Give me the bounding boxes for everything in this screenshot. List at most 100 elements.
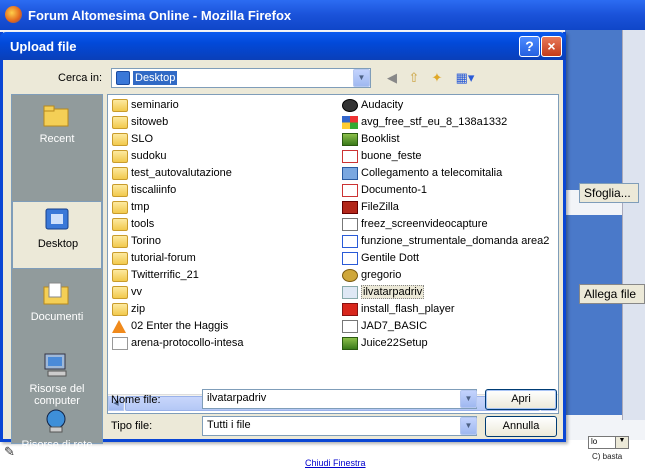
- view-menu-icon[interactable]: ▦▾: [452, 70, 478, 86]
- app-icon: [342, 336, 358, 350]
- file-list-item[interactable]: sudoku: [112, 148, 166, 165]
- page-scrollbar[interactable]: [622, 30, 645, 420]
- file-list-item[interactable]: Torino: [112, 233, 161, 250]
- gear-icon: [342, 268, 358, 282]
- file-list-item[interactable]: vv: [112, 284, 142, 301]
- close-button[interactable]: ×: [541, 36, 562, 57]
- file-list-item[interactable]: Collegamento a telecomitalia: [342, 165, 502, 182]
- file-list-item[interactable]: funzione_strumentale_domanda area2: [342, 233, 549, 250]
- folder-icon: [112, 268, 128, 282]
- file-name: Juice22Setup: [361, 337, 428, 349]
- file-list-item[interactable]: arena-protocollo-intesa: [112, 335, 244, 352]
- file-list-item[interactable]: JAD7_BASIC: [342, 318, 427, 335]
- file-list-item[interactable]: freez_screenvideocapture: [342, 216, 488, 233]
- file-list[interactable]: seminario sitoweb SLO sudoku test_autovaluta…: [107, 94, 559, 414]
- fz-icon: [342, 200, 358, 214]
- up-folder-icon[interactable]: ⇧: [405, 70, 423, 86]
- file-list-item[interactable]: SLO: [112, 131, 153, 148]
- file-list-item[interactable]: 02 Enter the Haggis: [112, 318, 228, 335]
- firefox-icon: [5, 6, 22, 23]
- look-in-dropdown-button[interactable]: ▼: [353, 69, 370, 87]
- file-list-item[interactable]: FileZilla: [342, 199, 399, 216]
- file-name: ilvatarpadriv: [361, 285, 425, 299]
- file-name: 02 Enter the Haggis: [131, 320, 229, 332]
- file-list-item[interactable]: sitoweb: [112, 114, 168, 131]
- dialog-titlebar[interactable]: Upload file ? ×: [0, 32, 566, 60]
- place-documents[interactable]: Documenti: [12, 275, 102, 343]
- doc-icon: [112, 336, 128, 350]
- file-list-item[interactable]: Documento-1: [342, 182, 427, 199]
- back-icon[interactable]: ◀: [383, 70, 401, 86]
- file-name: install_flash_player: [361, 303, 455, 315]
- close-window-link[interactable]: Chiudi Finestra: [305, 458, 366, 468]
- small-select-field[interactable]: lo: [588, 436, 616, 449]
- folder-icon: [112, 285, 128, 299]
- file-name: sudoku: [131, 150, 167, 162]
- folder-icon: [112, 166, 128, 180]
- file-list-item[interactable]: Audacity: [342, 97, 403, 114]
- dialog-title: Upload file: [10, 39, 77, 54]
- filename-label: Nome file:: [111, 394, 161, 406]
- folder-icon: [112, 251, 128, 265]
- filename-input[interactable]: ilvatarpadriv: [202, 389, 477, 409]
- file-list-item[interactable]: avg_free_stf_eu_8_138a1332: [342, 114, 507, 131]
- place-desktop[interactable]: Desktop: [12, 201, 102, 269]
- status-text: C) basta: [592, 452, 623, 461]
- place-network[interactable]: Risorse di rete: [12, 409, 102, 451]
- place-label: Desktop: [37, 238, 79, 250]
- file-list-item[interactable]: Juice22Setup: [342, 335, 428, 352]
- place-recent[interactable]: Recent: [12, 97, 102, 165]
- new-folder-icon[interactable]: ✦: [428, 70, 446, 86]
- conn-icon: [342, 166, 358, 180]
- file-list-item[interactable]: zip: [112, 301, 145, 318]
- file-list-item[interactable]: tmp: [112, 199, 149, 216]
- file-list-item[interactable]: tiscaliinfo: [112, 182, 176, 199]
- file-name: Audacity: [361, 99, 404, 111]
- attach-file-button[interactable]: Allega file: [579, 284, 645, 304]
- place-label: Recent: [39, 133, 75, 145]
- file-name: funzione_strumentale_domanda area2: [361, 235, 550, 247]
- look-in-value: Desktop: [133, 71, 178, 85]
- network-icon: [46, 409, 66, 433]
- file-name: Gentile Dott: [361, 252, 420, 264]
- file-name: Booklist: [361, 133, 400, 145]
- cancel-button[interactable]: Annulla: [485, 416, 557, 437]
- filename-dropdown-button[interactable]: ▼: [460, 390, 477, 408]
- file-name: vv: [131, 286, 142, 298]
- look-in-combo[interactable]: Desktop: [111, 68, 371, 88]
- file-list-item[interactable]: tools: [112, 216, 154, 233]
- exe-icon: [342, 319, 358, 333]
- app-icon: [342, 132, 358, 146]
- file-list-item[interactable]: test_autovalutazione: [112, 165, 232, 182]
- filetype-dropdown-button[interactable]: ▼: [460, 417, 477, 435]
- audio-icon: [342, 98, 358, 112]
- browse-button[interactable]: Sfoglia...: [579, 183, 639, 203]
- file-list-item[interactable]: Booklist: [342, 131, 400, 148]
- file-list-item[interactable]: ilvatarpadriv: [342, 284, 425, 301]
- file-name: FileZilla: [361, 201, 399, 213]
- place-my-computer[interactable]: Risorse del computer: [12, 347, 102, 409]
- file-list-item[interactable]: seminario: [112, 97, 179, 114]
- file-list-item[interactable]: install_flash_player: [342, 301, 455, 318]
- chevron-down-icon[interactable]: ▼: [615, 436, 629, 449]
- desktop-icon: [45, 208, 69, 230]
- filetype-label: Tipo file:: [111, 420, 153, 432]
- file-list-item[interactable]: Gentile Dott: [342, 250, 419, 267]
- avg-icon: [342, 115, 358, 129]
- file-list-item[interactable]: Twitterrific_21: [112, 267, 199, 284]
- open-button[interactable]: Apri: [485, 389, 557, 410]
- file-list-item[interactable]: buone_feste: [342, 148, 422, 165]
- filetype-select[interactable]: Tutti i file: [202, 416, 477, 436]
- help-button[interactable]: ?: [519, 36, 540, 57]
- file-list-item[interactable]: gregorio: [342, 267, 401, 284]
- file-name: tutorial-forum: [131, 252, 196, 264]
- file-name: sitoweb: [131, 116, 169, 128]
- file-name: Torino: [131, 235, 161, 247]
- folder-icon: [112, 132, 128, 146]
- folder-icon: [112, 302, 128, 316]
- folder-icon: [112, 217, 128, 231]
- file-list-item[interactable]: tutorial-forum: [112, 250, 196, 267]
- firefox-titlebar: Forum Altomesima Online - Mozilla Firefo…: [0, 0, 645, 30]
- file-name: Collegamento a telecomitalia: [361, 167, 503, 179]
- file-name: tmp: [131, 201, 150, 213]
